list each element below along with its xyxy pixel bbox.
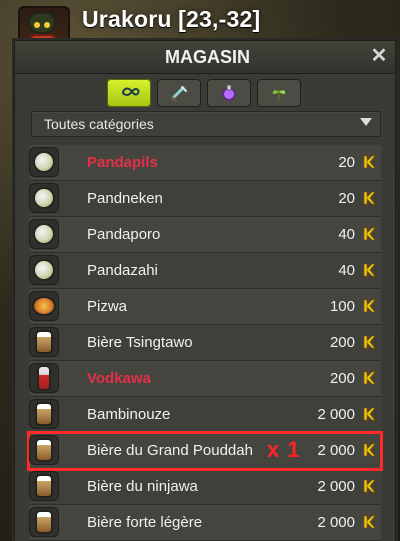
- item-name: Bambinouze: [87, 406, 171, 423]
- store-item-row[interactable]: Bière forte légère 2 000: [29, 505, 381, 541]
- kama-icon: [363, 191, 376, 205]
- item-price: 100: [329, 298, 355, 315]
- beer-icon: [37, 404, 51, 424]
- avatar-eye-right: [44, 22, 50, 28]
- item-price: 200: [329, 370, 355, 387]
- item-price: 40: [338, 262, 355, 279]
- store-item-row[interactable]: Pandaporo 40: [29, 217, 381, 253]
- item-thumbnail: [29, 363, 59, 393]
- chevron-down-icon: [360, 118, 372, 126]
- store-item-row[interactable]: Pandapils 20: [29, 145, 381, 181]
- kama-icon: [363, 299, 376, 313]
- beer-icon: [37, 512, 51, 532]
- item-name: Pandazahi: [87, 262, 158, 279]
- kama-icon: [363, 407, 376, 421]
- store-header: MAGASIN ✕: [15, 41, 395, 74]
- store-item-row[interactable]: Bière du ninjawa 2 000: [29, 469, 381, 505]
- kama-icon: [363, 443, 376, 457]
- item-name: Pizwa: [87, 298, 128, 315]
- store-item-row[interactable]: Bière Tsingtawo 200: [29, 325, 381, 361]
- panda-drink-icon: [35, 189, 53, 207]
- panda-drink-icon: [35, 153, 53, 171]
- category-select[interactable]: Toutes catégories: [31, 111, 381, 137]
- item-thumbnail: [29, 255, 59, 285]
- category-selected-value: Toutes catégories: [44, 116, 154, 132]
- item-price: 2 000: [317, 406, 355, 423]
- store-item-row[interactable]: Pizwa 100: [29, 289, 381, 325]
- kama-icon: [363, 263, 376, 277]
- item-thumbnail: [29, 471, 59, 501]
- item-thumbnail: [29, 399, 59, 429]
- panda-drink-icon: [35, 261, 53, 279]
- store-item-row[interactable]: Pandneken 20: [29, 181, 381, 217]
- store-item-row[interactable]: Pandazahi 40: [29, 253, 381, 289]
- store-panel: MAGASIN ✕ Toutes catégories Pandapils 20…: [14, 40, 396, 541]
- item-price: 20: [338, 154, 355, 171]
- kama-icon: [363, 479, 376, 493]
- close-icon: ✕: [370, 45, 388, 67]
- item-name: Bière du Grand Pouddah: [87, 442, 253, 459]
- item-name: Bière forte légère: [87, 514, 203, 531]
- item-name: Bière du ninjawa: [87, 478, 198, 495]
- beer-icon: [37, 476, 51, 496]
- kama-icon: [363, 371, 376, 385]
- beer-icon: [37, 332, 51, 352]
- item-price: 20: [338, 190, 355, 207]
- item-name: Pandneken: [87, 190, 163, 207]
- pizza-icon: [34, 298, 54, 314]
- item-price: 40: [338, 226, 355, 243]
- item-thumbnail: [29, 291, 59, 321]
- item-price: 2 000: [317, 478, 355, 495]
- item-price: 2 000: [317, 514, 355, 531]
- item-price: 2 000: [317, 442, 355, 459]
- sword-icon: [171, 86, 187, 102]
- bottle-icon: [39, 367, 49, 389]
- item-price: 200: [329, 334, 355, 351]
- kama-icon: [363, 155, 376, 169]
- store-item-row[interactable]: Vodkawa 200: [29, 361, 381, 397]
- location-title: Urakoru [23,-32]: [82, 6, 261, 32]
- item-thumbnail: [29, 507, 59, 537]
- store-item-row[interactable]: Bambinouze 2 000: [29, 397, 381, 433]
- avatar-head: [30, 14, 54, 32]
- kama-icon: [363, 515, 376, 529]
- potion-icon: [222, 84, 236, 101]
- item-thumbnail: [29, 219, 59, 249]
- kama-icon: [363, 335, 376, 349]
- beer-icon: [37, 440, 51, 460]
- store-item-list: Pandapils 20 Pandneken 20 Pandaporo 40 Pandaza…: [27, 145, 383, 541]
- item-thumbnail: [29, 327, 59, 357]
- filter-weapons[interactable]: [157, 79, 201, 107]
- item-name: Pandapils: [87, 154, 158, 171]
- store-item-row-selected[interactable]: Bière du Grand Pouddah x 12 000: [27, 431, 383, 471]
- avatar-eye-left: [34, 22, 40, 28]
- item-name: Bière Tsingtawo: [87, 334, 193, 351]
- item-thumbnail: [29, 183, 59, 213]
- store-filters: [107, 79, 307, 113]
- infinity-icon: [121, 87, 140, 97]
- plant-icon: [272, 89, 286, 101]
- item-thumbnail: [29, 435, 59, 465]
- game-screen: Urakoru [23,-32] MAGASIN ✕ Toutes catégo…: [0, 0, 400, 541]
- filter-all[interactable]: [107, 79, 151, 107]
- filter-consumables[interactable]: [207, 79, 251, 107]
- item-name: Vodkawa: [87, 370, 151, 387]
- item-thumbnail: [29, 147, 59, 177]
- item-name: Pandaporo: [87, 226, 161, 243]
- kama-icon: [363, 227, 376, 241]
- panda-drink-icon: [35, 225, 53, 243]
- filter-resources[interactable]: [257, 79, 301, 107]
- store-title: MAGASIN: [165, 47, 250, 67]
- close-button[interactable]: ✕: [367, 44, 391, 68]
